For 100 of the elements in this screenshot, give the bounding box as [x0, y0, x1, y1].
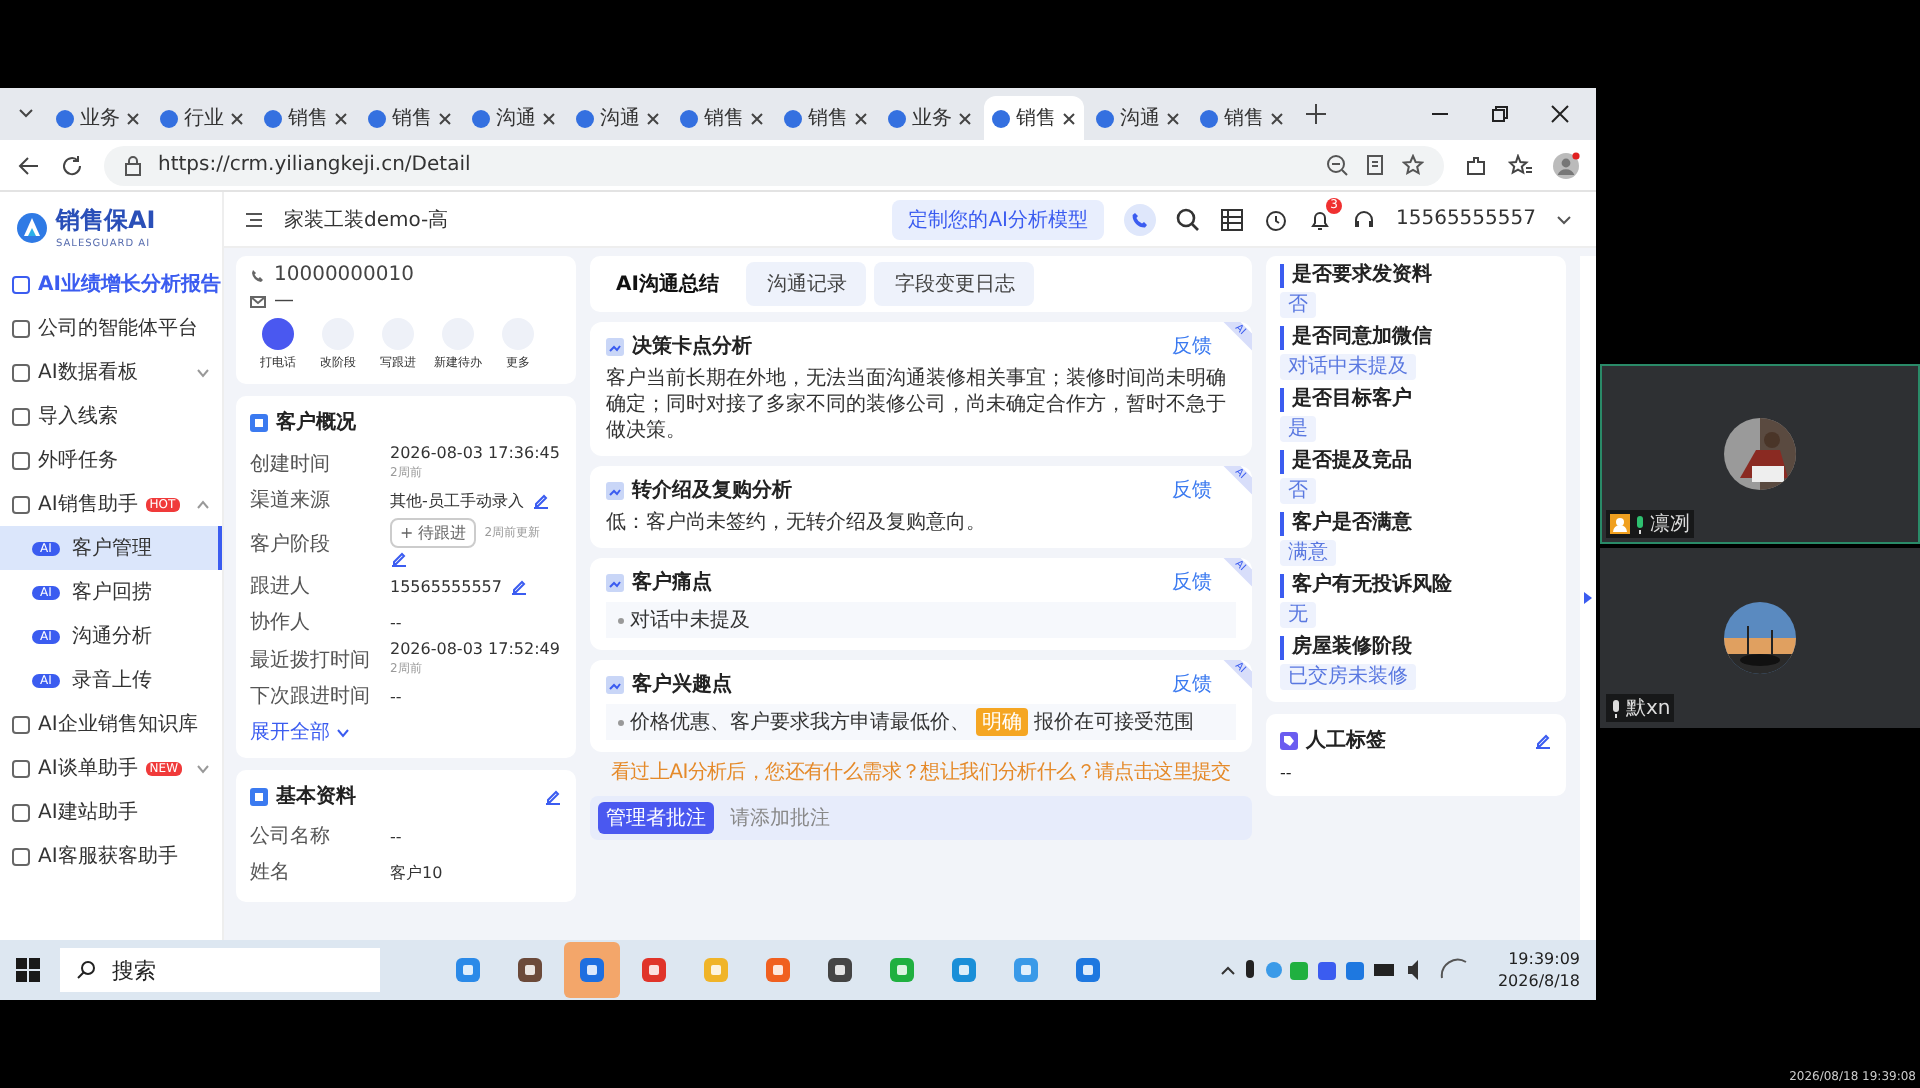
browser-tab[interactable]: 销售 [776, 96, 876, 140]
sidebar-item[interactable]: AI企业销售知识库 [0, 702, 222, 746]
app-icon [640, 956, 668, 984]
sidebar-item[interactable]: AI建站助手 [0, 790, 222, 834]
close-tab-icon[interactable] [1062, 111, 1076, 125]
windows-start-icon[interactable] [16, 958, 40, 982]
browser-tab[interactable]: 销售 [360, 96, 460, 140]
field-title: 客户有无投诉风险 [1280, 574, 1452, 598]
close-tab-icon[interactable] [334, 111, 348, 125]
browser-tab[interactable]: 销售 [256, 96, 356, 140]
feedback-link[interactable]: 反馈 [1172, 332, 1212, 360]
close-tab-icon[interactable] [1270, 111, 1284, 125]
menu-item-icon [12, 319, 30, 337]
back-icon[interactable] [16, 153, 40, 177]
field-label: 最近拨打时间 [250, 647, 372, 673]
sidebar-item[interactable]: AI数据看板 [0, 350, 222, 394]
reload-icon[interactable] [60, 153, 84, 177]
mail-icon [250, 293, 266, 309]
restore-icon[interactable] [1490, 104, 1510, 124]
detail-tab[interactable]: 字段变更日志 [874, 262, 1035, 306]
microphone-icon [1610, 699, 1622, 717]
feedback-link[interactable]: 反馈 [1172, 476, 1212, 504]
close-tab-icon[interactable] [854, 111, 868, 125]
browser-tab[interactable]: 销售 [1192, 96, 1292, 140]
custom-model-button[interactable]: 定制您的AI分析模型 [892, 199, 1104, 239]
analysis-text: 低：客户尚未签约，无转介绍及复购意向。 [606, 510, 988, 536]
bell-icon[interactable] [1308, 207, 1332, 231]
feedback-link[interactable]: 反馈 [1172, 670, 1212, 698]
table-icon[interactable] [1220, 207, 1244, 231]
address-bar[interactable]: https://crm.yiliangkeji.cn/Detail [104, 145, 1444, 185]
expand-arrow-icon[interactable] [1584, 592, 1592, 604]
clock-icon[interactable] [1264, 207, 1288, 231]
user-account[interactable]: 15565555557 [1396, 208, 1536, 230]
close-tab-icon[interactable] [230, 111, 244, 125]
close-tab-icon[interactable] [126, 111, 140, 125]
sidebar-item[interactable]: 外呼任务 [0, 438, 222, 482]
extensions-icon[interactable] [1464, 153, 1488, 177]
close-icon[interactable] [1550, 104, 1570, 124]
browser-tab[interactable]: 销售 [672, 96, 772, 140]
browser-tab[interactable]: 沟通 [464, 96, 564, 140]
browser-tab[interactable]: 沟通 [1088, 96, 1188, 140]
taskbar-app[interactable] [564, 942, 620, 998]
edit-icon[interactable] [544, 787, 562, 805]
profile-avatar-icon[interactable] [1552, 151, 1580, 179]
sidebar-item[interactable]: 导入线索 [0, 394, 222, 438]
taskbar-search[interactable]: 搜索 [60, 948, 380, 992]
email-value: — [274, 290, 294, 312]
close-tab-icon[interactable] [542, 111, 556, 125]
sidebar-item[interactable]: AI业绩增长分析报告 [0, 262, 222, 306]
close-tab-icon[interactable] [1166, 111, 1180, 125]
menu-item-icon [12, 275, 30, 293]
edit-icon[interactable] [531, 491, 550, 509]
field-value: 2026-08-03 17:52:49 [390, 640, 560, 658]
menu-item-icon [12, 759, 30, 777]
close-tab-icon[interactable] [646, 111, 660, 125]
phone-icon [250, 267, 266, 283]
close-tab-icon[interactable] [958, 111, 972, 125]
close-tab-icon[interactable] [438, 111, 452, 125]
field-title: 是否同意加微信 [1280, 326, 1432, 350]
browser-tab[interactable]: 沟通 [568, 96, 668, 140]
edit-icon[interactable] [510, 577, 528, 595]
browser-tab[interactable]: 销售 [984, 96, 1084, 140]
feedback-link[interactable]: 反馈 [1172, 568, 1212, 596]
highlight-tag: 明确 [976, 708, 1028, 736]
manager-comment-tag: 管理者批注 [598, 802, 714, 834]
chevron-icon [336, 728, 351, 738]
new-tab-icon[interactable] [1304, 102, 1328, 126]
star-icon[interactable] [1402, 154, 1424, 176]
field-title: 房屋装修阶段 [1280, 636, 1412, 660]
menu-icon[interactable] [244, 209, 264, 229]
zoom-icon[interactable] [1326, 154, 1348, 176]
field-label: 客户阶段 [250, 531, 332, 557]
stage-selector[interactable]: + 待跟进 [390, 518, 477, 548]
comment-field[interactable]: 管理者批注 请添加批注 [590, 796, 1252, 840]
reader-icon[interactable] [1364, 154, 1386, 176]
app-icon [826, 956, 854, 984]
browser-tab[interactable]: 业务 [880, 96, 980, 140]
sidebar-item[interactable]: AI客服获客助手 [0, 834, 222, 878]
phone-icon[interactable] [1124, 203, 1156, 235]
section-icon [606, 675, 624, 693]
chevron-icon[interactable] [1556, 211, 1572, 227]
expand-all-link[interactable]: 展开全部 [250, 718, 351, 746]
headset-icon[interactable] [1352, 207, 1376, 231]
favorites-icon[interactable] [1508, 153, 1532, 177]
close-tab-icon[interactable] [750, 111, 764, 125]
app-icon [702, 956, 730, 984]
sidebar-item[interactable]: 公司的智能体平台 [0, 306, 222, 350]
browser-tab[interactable]: 行业 [152, 96, 252, 140]
edit-icon[interactable] [1534, 731, 1552, 749]
field-title: 是否目标客户 [1280, 388, 1412, 412]
search-icon[interactable] [1176, 207, 1200, 231]
app-icon [764, 956, 792, 984]
field-value: 2026-08-03 17:36:45 [390, 444, 560, 462]
comment-input[interactable]: 请添加批注 [726, 805, 1244, 831]
section-icon [606, 481, 624, 499]
detail-tab[interactable]: 沟通记录 [746, 262, 867, 306]
browser-tab[interactable]: 业务 [48, 96, 148, 140]
tag-icon [1280, 731, 1298, 749]
edit-icon[interactable] [390, 550, 408, 568]
menu-item-icon [12, 407, 30, 425]
